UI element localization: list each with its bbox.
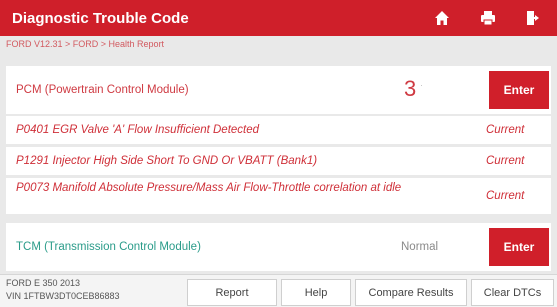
dtc-description: P0073 Manifold Absolute Pressure/Mass Ai…	[16, 182, 402, 194]
vehicle-model: FORD E 350 2013	[6, 278, 81, 288]
count-suffix-icon: ·	[420, 80, 423, 90]
title-bar: Diagnostic Trouble Code	[0, 0, 557, 36]
dtc-status: Current	[486, 124, 525, 136]
breadcrumb: FORD V12.31 > FORD > Health Report	[6, 39, 165, 49]
enter-button-tcm[interactable]: Enter	[489, 228, 549, 266]
clear-dtcs-button[interactable]: Clear DTCs	[471, 279, 554, 306]
module-row-pcm[interactable]: PCM (Powertrain Control Module) 3 · Ente…	[6, 66, 551, 114]
enter-button-pcm[interactable]: Enter	[489, 71, 549, 109]
dtc-row[interactable]: P1291 Injector High Side Short To GND Or…	[6, 147, 551, 175]
module-status: Normal	[401, 241, 439, 253]
help-button[interactable]: Help	[281, 279, 351, 306]
home-icon[interactable]	[419, 0, 465, 36]
printer-icon[interactable]	[465, 0, 511, 36]
dtc-row[interactable]: P0401 EGR Valve 'A' Flow Insufficient De…	[6, 116, 551, 144]
dtc-description: P0401 EGR Valve 'A' Flow Insufficient De…	[16, 124, 260, 136]
dtc-description: P1291 Injector High Side Short To GND Or…	[16, 155, 318, 167]
dtc-count: 3	[404, 76, 417, 101]
vehicle-vin: VIN 1FTBW3DT0CEB86883	[6, 291, 120, 301]
page-title: Diagnostic Trouble Code	[12, 9, 189, 27]
dtc-row[interactable]: P0073 Manifold Absolute Pressure/Mass Ai…	[6, 178, 551, 214]
module-name: PCM (Powertrain Control Module)	[16, 84, 189, 96]
report-button[interactable]: Report	[187, 279, 277, 306]
bottom-toolbar: FORD E 350 2013 VIN 1FTBW3DT0CEB86883 Re…	[0, 274, 557, 307]
module-row-tcm[interactable]: TCM (Transmission Control Module) Normal…	[6, 223, 551, 271]
dtc-status: Current	[486, 155, 525, 167]
vehicle-info: FORD E 350 2013 VIN 1FTBW3DT0CEB86883	[6, 277, 120, 303]
exit-icon[interactable]	[511, 0, 557, 36]
module-name: TCM (Transmission Control Module)	[16, 241, 201, 253]
dtc-status: Current	[486, 190, 525, 202]
compare-results-button[interactable]: Compare Results	[355, 279, 467, 306]
